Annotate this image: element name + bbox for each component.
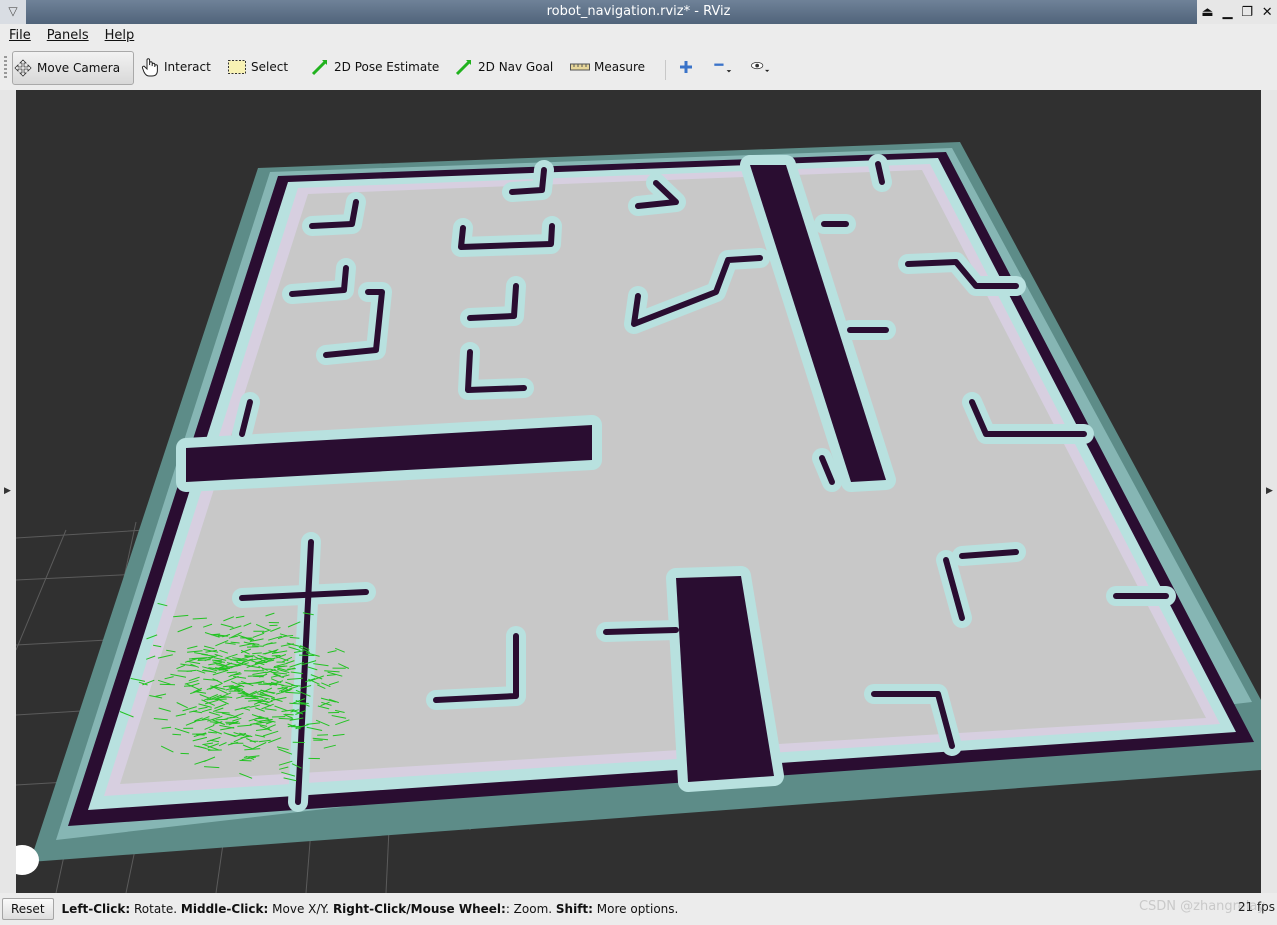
minimize-button[interactable]: ▁ (1222, 5, 1232, 20)
nav-goal-tool[interactable]: 2D Nav Goal (454, 51, 553, 83)
pose-particle (291, 684, 301, 687)
shade-window-button[interactable]: ⏏ (1201, 5, 1213, 20)
status-bar: Reset Left-Click: Rotate. Middle-Click: … (0, 893, 1277, 925)
window-controls: ⏏ ▁ ❐ ✕ (1197, 0, 1277, 24)
move-camera-label: Move Camera (37, 61, 121, 75)
hint-left-click-key: Left-Click: (61, 902, 131, 916)
pose-particle (172, 733, 182, 736)
hand-pointer-icon (140, 57, 160, 77)
pose-particle (252, 675, 264, 678)
render-viewport[interactable] (16, 90, 1261, 893)
move-arrows-icon (13, 58, 33, 78)
selection-box-icon (227, 57, 247, 77)
hint-right-click-key: Right-Click/Mouse Wheel: (332, 902, 506, 916)
title-bar: ▽ robot_navigation.rviz* - RViz ⏏ ▁ ❐ ✕ (0, 0, 1277, 24)
pose-particle (159, 683, 176, 686)
pose-particle (317, 734, 329, 736)
tools-toolbar: Move Camera Interact Select 2D Pose Esti… (0, 46, 1277, 91)
pose-particle (284, 713, 294, 716)
select-label: Select (251, 60, 289, 74)
right-dock-collapse[interactable]: ▶ (1261, 90, 1277, 893)
plus-icon (676, 57, 696, 77)
nav-goal-label: 2D Nav Goal (478, 60, 554, 74)
menu-bar: File Panels Help (0, 24, 1277, 46)
maximize-button[interactable]: ❐ (1241, 5, 1253, 20)
pose-particle (252, 645, 264, 647)
eye-icon (750, 57, 770, 77)
remove-tool-button[interactable] (712, 51, 736, 83)
interact-label: Interact (164, 60, 211, 74)
pose-particle (278, 717, 294, 720)
hint-right-click-desc: : Zoom. (505, 902, 556, 916)
menu-file[interactable]: File (9, 28, 31, 43)
hint-shift-key: Shift: (555, 902, 593, 916)
pose-estimate-label: 2D Pose Estimate (334, 60, 440, 74)
measure-tool[interactable]: Measure (570, 51, 645, 83)
interact-tool[interactable]: Interact (140, 51, 211, 83)
select-tool[interactable]: Select (227, 51, 288, 83)
hint-middle-click-key: Middle-Click: (180, 902, 269, 916)
map-scene (16, 142, 1261, 893)
expand-right-icon: ▶ (4, 486, 11, 496)
move-camera-tool[interactable]: Move Camera (12, 51, 134, 85)
fps-counter: 21 fps (1237, 900, 1275, 914)
left-dock-collapse[interactable]: ▶ (0, 90, 16, 893)
view-toggle-button[interactable] (750, 51, 774, 83)
green-arrow-icon (454, 57, 474, 77)
menu-panels[interactable]: Panels (47, 28, 89, 43)
pose-particle (195, 733, 205, 736)
add-tool-button[interactable] (676, 51, 700, 83)
expand-right-icon: ▶ (1266, 486, 1273, 496)
toolbar-separator (665, 60, 666, 80)
pose-particle (239, 759, 252, 762)
pose-estimate-tool[interactable]: 2D Pose Estimate (310, 51, 439, 83)
hint-shift-desc: More options. (592, 902, 679, 916)
hint-left-click-desc: Rotate. (130, 902, 181, 916)
toolbar-grip[interactable] (4, 56, 7, 80)
pose-particle (277, 665, 288, 668)
window-title: robot_navigation.rviz* - RViz (546, 4, 731, 19)
menu-help[interactable]: Help (105, 28, 135, 43)
measure-label: Measure (594, 60, 645, 74)
reset-button[interactable]: Reset (2, 898, 54, 920)
status-hint: Left-Click: Rotate. Middle-Click: Move X… (62, 902, 679, 916)
hint-middle-click-desc: Move X/Y. (268, 902, 333, 916)
green-arrow-icon (310, 57, 330, 77)
ruler-icon (570, 57, 590, 77)
close-button[interactable]: ✕ (1262, 5, 1273, 20)
minus-icon (712, 57, 732, 77)
